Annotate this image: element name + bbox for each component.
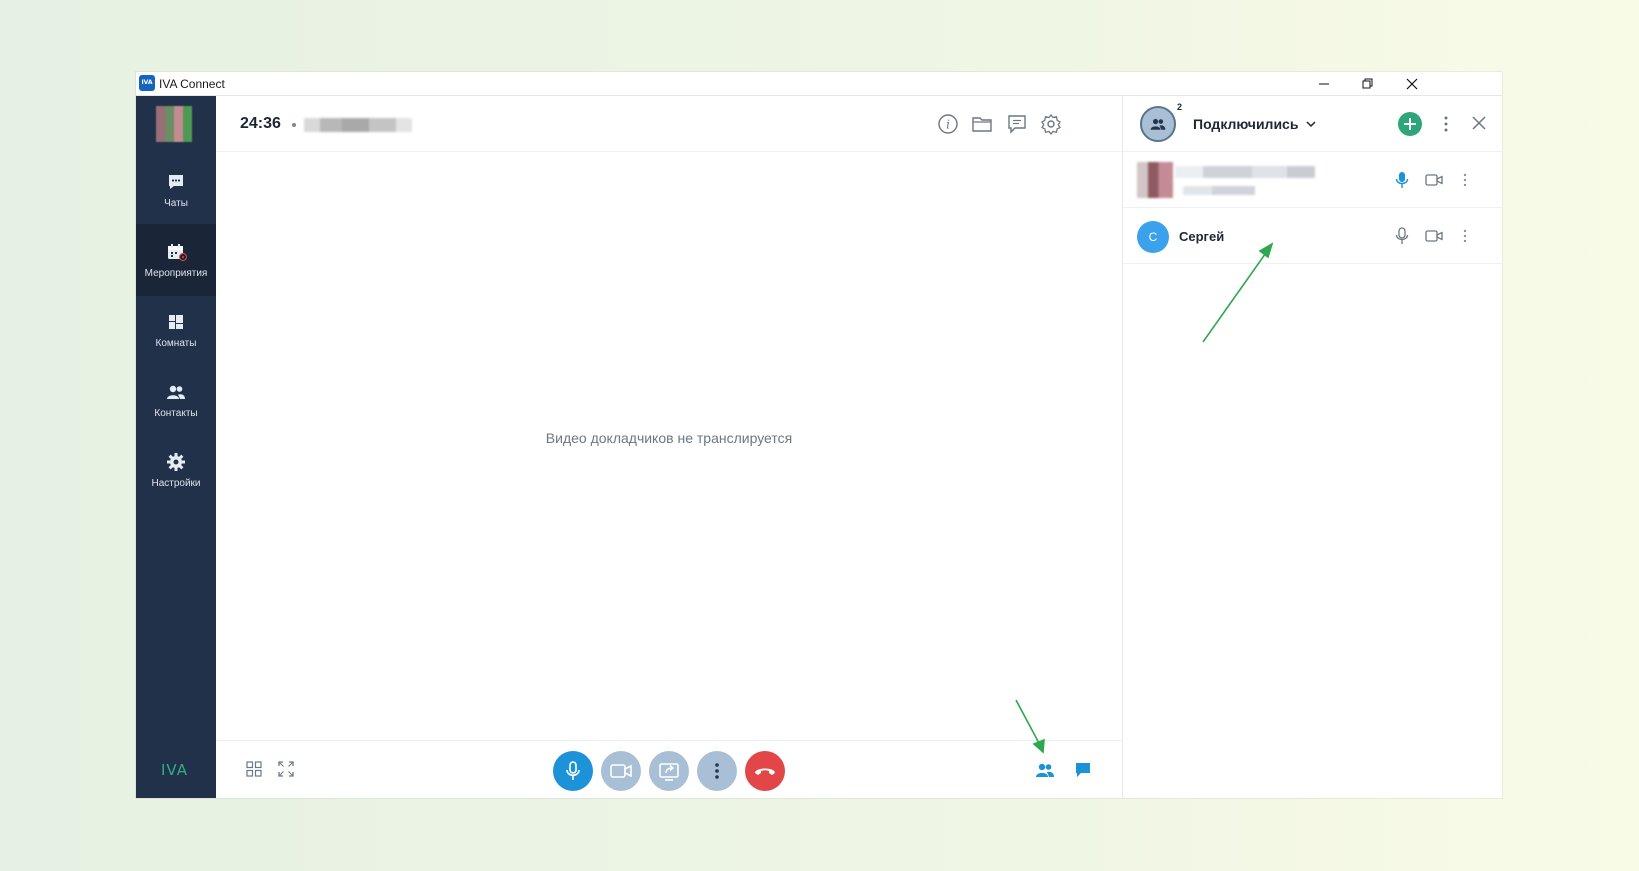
more-icon [715, 763, 719, 779]
sidebar-item-contacts[interactable]: Контакты [136, 364, 216, 436]
close-panel-icon[interactable] [1472, 116, 1486, 130]
user-avatar[interactable] [156, 106, 192, 142]
add-participant-button[interactable] [1398, 112, 1422, 136]
fullscreen-button[interactable] [276, 759, 296, 779]
participants-icon [1150, 118, 1166, 130]
sidebar-item-label: Мероприятия [144, 268, 208, 279]
share-screen-icon [659, 763, 679, 781]
call-timer: 24:36 [240, 115, 281, 132]
participants-icon [1036, 763, 1054, 777]
title-bar: IVA IVA Connect [136, 72, 1502, 96]
panel-more-icon[interactable] [1438, 114, 1454, 134]
microphone-button[interactable] [553, 751, 593, 791]
sidebar-item-chats[interactable]: Чаты [136, 154, 216, 226]
grid-layout-icon [246, 761, 262, 777]
participant-more-icon[interactable] [1460, 226, 1470, 246]
info-button[interactable]: i [936, 112, 960, 136]
close-window-button[interactable] [1390, 72, 1434, 96]
conference-header: 24:36 i [216, 96, 1122, 152]
participant-subtitle-redacted [1183, 186, 1255, 195]
participants-count-badge: 2 [1177, 102, 1183, 112]
sidebar-item-label: Чаты [164, 198, 188, 209]
close-icon [1406, 78, 1418, 90]
participant-more-icon[interactable] [1460, 170, 1470, 190]
microphone-icon [566, 761, 580, 780]
participants-panel: 2 Подключились С Сергей [1122, 96, 1503, 798]
window-title: IVA Connect [159, 77, 225, 91]
participant-name: Сергей [1179, 229, 1225, 244]
minimize-button[interactable] [1302, 72, 1346, 96]
restore-button[interactable] [1346, 72, 1390, 96]
call-controls-bar [216, 740, 1122, 798]
main-content: 24:36 i Видео докладчиков не транслирует… [216, 96, 1122, 798]
sidebar-item-label: Комнаты [155, 338, 197, 349]
no-video-message: Видео докладчиков не транслируется [545, 430, 793, 446]
more-actions-button[interactable] [697, 751, 737, 791]
event-settings-button[interactable] [1039, 112, 1063, 136]
sidebar-item-rooms[interactable]: Комнаты [136, 294, 216, 366]
microphone-muted-icon[interactable] [1393, 226, 1411, 246]
brand-logo: IVA [161, 761, 188, 779]
restore-icon [1362, 78, 1373, 89]
sidebar-item-label: Настройки [151, 478, 201, 489]
camera-off-icon[interactable] [1424, 170, 1444, 190]
chat-list-icon [1008, 115, 1026, 134]
sidebar-item-events[interactable]: Мероприятия [136, 224, 216, 296]
separator-dot [292, 123, 296, 127]
sidebar-item-label: Контакты [154, 408, 198, 419]
chat-icon [169, 175, 183, 189]
calendar-live-icon [168, 244, 187, 261]
gear-icon [167, 453, 185, 471]
microphone-active-icon[interactable] [1393, 170, 1411, 190]
camera-button[interactable] [601, 751, 641, 791]
layout-grid-button[interactable] [244, 759, 264, 779]
camera-icon [610, 764, 632, 778]
hang-up-icon [755, 768, 775, 775]
share-screen-button[interactable] [649, 751, 689, 791]
participant-name-redacted [1175, 166, 1315, 178]
plus-icon [1404, 118, 1416, 130]
info-icon: i [938, 114, 958, 134]
participants-toggle-button[interactable] [1034, 759, 1056, 781]
hang-up-button[interactable] [745, 751, 785, 791]
participant-row[interactable]: С Сергей [1123, 208, 1503, 264]
rooms-icon [169, 315, 183, 329]
panel-title[interactable]: Подключились [1193, 116, 1298, 132]
event-chat-button[interactable] [1005, 112, 1029, 136]
chat-icon [1076, 763, 1090, 777]
folder-icon [972, 117, 992, 132]
participant-avatar-redacted [1137, 162, 1173, 198]
camera-off-icon[interactable] [1424, 226, 1444, 246]
participants-count-avatar [1140, 106, 1176, 142]
participant-row[interactable] [1123, 152, 1503, 208]
contacts-icon [167, 385, 185, 399]
conference-title-redacted [304, 118, 412, 132]
minimize-icon [1319, 83, 1329, 85]
panel-header: 2 Подключились [1123, 96, 1503, 152]
fullscreen-icon [278, 761, 294, 777]
sidebar: Чаты Мероприятия Комнаты Контакты Настро… [136, 96, 216, 798]
chevron-down-icon[interactable] [1305, 118, 1317, 130]
participant-avatar: С [1137, 221, 1169, 253]
sidebar-item-settings[interactable]: Настройки [136, 434, 216, 506]
app-logo-icon: IVA [139, 75, 155, 91]
app-window: IVA IVA Connect Чаты Мероприятия Комнаты… [136, 72, 1503, 798]
settings-icon [1041, 113, 1061, 136]
chat-toggle-button[interactable] [1072, 759, 1094, 781]
svg-text:i: i [946, 118, 950, 132]
screenshot-backdrop: IVA IVA Connect Чаты Мероприятия Комнаты… [0, 0, 1639, 871]
files-button[interactable] [970, 112, 994, 136]
